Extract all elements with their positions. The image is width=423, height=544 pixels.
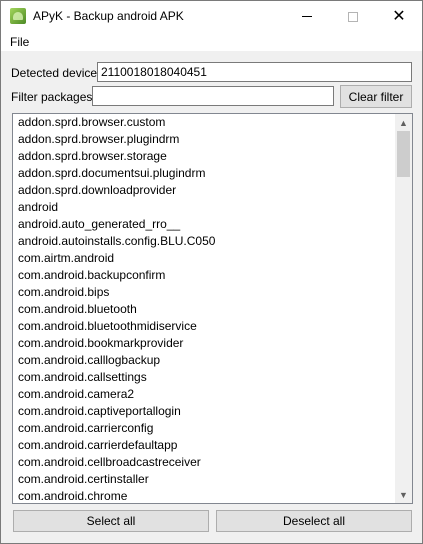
list-item[interactable]: com.android.bookmarkprovider: [13, 335, 395, 352]
close-icon: ✕: [392, 7, 406, 25]
list-item[interactable]: com.android.certinstaller: [13, 471, 395, 488]
list-item[interactable]: android: [13, 199, 395, 216]
list-item[interactable]: addon.sprd.browser.storage: [13, 148, 395, 165]
maximize-icon: [348, 11, 358, 22]
list-item[interactable]: com.android.backupconfirm: [13, 267, 395, 284]
list-item[interactable]: com.android.cellbroadcastreceiver: [13, 454, 395, 471]
package-list[interactable]: addon.sprd.browser.custom addon.sprd.brow…: [12, 113, 413, 504]
list-item[interactable]: com.android.chrome: [13, 488, 395, 503]
menu-bar: File: [1, 32, 422, 52]
list-scrollbar[interactable]: ▲ ▼: [395, 114, 412, 503]
list-item[interactable]: addon.sprd.documentsui.plugindrm: [13, 165, 395, 182]
scroll-thumb[interactable]: [397, 131, 410, 177]
close-button[interactable]: ✕: [376, 1, 422, 32]
list-item[interactable]: com.android.calllogbackup: [13, 352, 395, 369]
list-item[interactable]: addon.sprd.browser.plugindrm: [13, 131, 395, 148]
list-item[interactable]: addon.sprd.browser.custom: [13, 114, 395, 131]
list-item[interactable]: com.android.carrierconfig: [13, 420, 395, 437]
minimize-button[interactable]: [284, 1, 330, 32]
list-item[interactable]: com.android.captiveportallogin: [13, 403, 395, 420]
deselect-all-button[interactable]: Deselect all: [216, 510, 412, 532]
detected-device-field[interactable]: [97, 62, 412, 82]
scroll-down-icon[interactable]: ▼: [395, 486, 412, 503]
clear-filter-button[interactable]: Clear filter: [340, 85, 412, 108]
title-bar[interactable]: APyK - Backup android APK ✕: [1, 1, 422, 32]
list-item[interactable]: com.android.carrierdefaultapp: [13, 437, 395, 454]
list-item[interactable]: com.android.bluetooth: [13, 301, 395, 318]
list-item[interactable]: android.autoinstalls.config.BLU.C050: [13, 233, 395, 250]
list-item[interactable]: android.auto_generated_rro__: [13, 216, 395, 233]
app-window: APyK - Backup android APK ✕ File Detecte…: [0, 0, 423, 544]
filter-packages-label: Filter packages:: [11, 90, 96, 104]
detected-device-label: Detected device:: [11, 66, 101, 80]
list-item[interactable]: com.android.callsettings: [13, 369, 395, 386]
filter-packages-input[interactable]: [92, 86, 334, 106]
package-list-items: addon.sprd.browser.custom addon.sprd.brow…: [13, 114, 395, 503]
menu-file[interactable]: File: [10, 35, 29, 49]
list-item[interactable]: com.android.bips: [13, 284, 395, 301]
select-all-button[interactable]: Select all: [13, 510, 209, 532]
scroll-up-icon[interactable]: ▲: [395, 114, 412, 131]
list-item[interactable]: com.airtm.android: [13, 250, 395, 267]
minimize-icon: [302, 16, 312, 17]
list-item[interactable]: com.android.bluetoothmidiservice: [13, 318, 395, 335]
list-item[interactable]: com.android.camera2: [13, 386, 395, 403]
maximize-button: [330, 1, 376, 32]
list-item[interactable]: addon.sprd.downloadprovider: [13, 182, 395, 199]
window-title: APyK - Backup android APK: [33, 9, 184, 23]
android-app-icon: [10, 8, 26, 24]
